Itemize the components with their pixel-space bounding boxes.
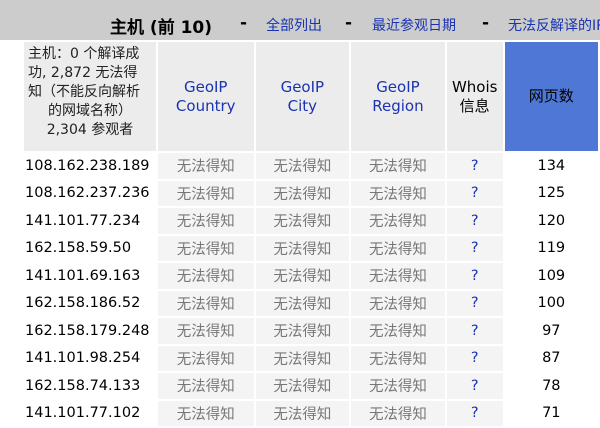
- whois-link[interactable]: ?: [444, 233, 505, 263]
- region-cell: 无法得知: [349, 288, 447, 318]
- pages-cell: 78: [502, 371, 600, 401]
- host-cell: 141.101.77.102: [22, 398, 158, 428]
- pages-cell: 87: [502, 343, 600, 373]
- country-cell: 无法得知: [155, 206, 256, 236]
- host-cell: 141.101.77.234: [22, 206, 158, 236]
- region-cell: 无法得知: [349, 233, 447, 263]
- host-cell: 141.101.69.163: [22, 261, 158, 291]
- unresolved-ip-link[interactable]: 无法反解译的IP: [508, 15, 600, 35]
- table-row: 162.158.186.52 无法得知 无法得知 无法得知? 100: [22, 288, 600, 318]
- table-row: 108.162.238.189 无法得知 无法得知 无法得知? 134: [22, 151, 600, 181]
- host-cell: 162.158.179.248: [22, 316, 158, 346]
- table-row: 141.101.69.163 无法得知 无法得知 无法得知? 109: [22, 261, 600, 291]
- geoip-region-header[interactable]: GeoIP Region: [349, 40, 447, 153]
- whois-header: Whois 信息: [444, 40, 505, 153]
- whois-link[interactable]: ?: [444, 371, 505, 401]
- table-row: 162.158.179.248 无法得知 无法得知 无法得知? 97: [22, 316, 600, 346]
- host-cell: 162.158.59.50: [22, 233, 158, 263]
- pages-cell: 134: [502, 151, 600, 181]
- whois-link[interactable]: ?: [444, 316, 505, 346]
- geoip-country-header[interactable]: GeoIP Country: [155, 40, 256, 153]
- separator: -: [240, 13, 248, 33]
- pages-cell: 71: [502, 398, 600, 428]
- region-cell: 无法得知: [349, 261, 447, 291]
- city-cell: 无法得知: [253, 398, 352, 428]
- pages-cell: 119: [502, 233, 600, 263]
- host-cell: 141.101.98.254: [22, 343, 158, 373]
- region-cell: 无法得知: [349, 206, 447, 236]
- whois-link[interactable]: ?: [444, 261, 505, 291]
- hosts-summary: 主机：0 个解译成 功, 2,872 无法得 知（不能反向解析 的网域名称） 2…: [22, 40, 158, 153]
- country-cell: 无法得知: [155, 371, 256, 401]
- pages-header: 网页数: [502, 40, 600, 153]
- host-cell: 108.162.238.189: [22, 151, 158, 181]
- pages-cell: 100: [502, 288, 600, 318]
- pages-cell: 97: [502, 316, 600, 346]
- table-row: 162.158.59.50 无法得知 无法得知 无法得知? 119: [22, 233, 600, 263]
- city-cell: 无法得知: [253, 178, 352, 208]
- table-row: 162.158.74.133 无法得知 无法得知 无法得知? 78: [22, 371, 600, 401]
- country-cell: 无法得知: [155, 343, 256, 373]
- last-visit-link[interactable]: 最近参观日期: [372, 15, 456, 35]
- country-cell: 无法得知: [155, 178, 256, 208]
- city-cell: 无法得知: [253, 233, 352, 263]
- country-cell: 无法得知: [155, 261, 256, 291]
- whois-link[interactable]: ?: [444, 343, 505, 373]
- whois-link[interactable]: ?: [444, 288, 505, 318]
- host-cell: 162.158.186.52: [22, 288, 158, 318]
- region-cell: 无法得知: [349, 178, 447, 208]
- table-row: 141.101.77.234 无法得知 无法得知 无法得知? 120: [22, 206, 600, 236]
- hosts-table-body: 108.162.238.189 无法得知 无法得知 无法得知? 134 108.162.2…: [22, 151, 600, 428]
- city-cell: 无法得知: [253, 288, 352, 318]
- whois-link[interactable]: ?: [444, 151, 505, 181]
- country-cell: 无法得知: [155, 316, 256, 346]
- hosts-table: 主机：0 个解译成 功, 2,872 无法得 知（不能反向解析 的网域名称） 2…: [22, 40, 600, 428]
- table-row: 141.101.98.254 无法得知 无法得知 无法得知? 87: [22, 343, 600, 373]
- host-cell: 108.162.237.236: [22, 178, 158, 208]
- region-cell: 无法得知: [349, 316, 447, 346]
- city-cell: 无法得知: [253, 371, 352, 401]
- table-row: 108.162.237.236 无法得知 无法得知 无法得知? 125: [22, 178, 600, 208]
- city-cell: 无法得知: [253, 343, 352, 373]
- host-cell: 162.158.74.133: [22, 371, 158, 401]
- pages-cell: 120: [502, 206, 600, 236]
- city-cell: 无法得知: [253, 206, 352, 236]
- whois-link[interactable]: ?: [444, 178, 505, 208]
- separator: -: [482, 13, 490, 33]
- whois-link[interactable]: ?: [444, 206, 505, 236]
- table-row: 141.101.77.102 无法得知 无法得知 无法得知? 71: [22, 398, 600, 428]
- city-cell: 无法得知: [253, 151, 352, 181]
- city-cell: 无法得知: [253, 261, 352, 291]
- region-cell: 无法得知: [349, 343, 447, 373]
- pages-cell: 125: [502, 178, 600, 208]
- country-cell: 无法得知: [155, 151, 256, 181]
- table-header-row: 主机：0 个解译成 功, 2,872 无法得 知（不能反向解析 的网域名称） 2…: [22, 40, 600, 153]
- section-header-bar: 主机 (前 10) - 全部列出 - 最近参观日期 - 无法反解译的IP: [0, 0, 600, 40]
- region-cell: 无法得知: [349, 151, 447, 181]
- city-cell: 无法得知: [253, 316, 352, 346]
- section-title: 主机 (前 10): [110, 18, 213, 38]
- geoip-city-header[interactable]: GeoIP City: [253, 40, 352, 153]
- country-cell: 无法得知: [155, 233, 256, 263]
- separator: -: [345, 13, 353, 33]
- list-all-link[interactable]: 全部列出: [266, 15, 322, 35]
- whois-link[interactable]: ?: [444, 398, 505, 428]
- pages-cell: 109: [502, 261, 600, 291]
- region-cell: 无法得知: [349, 398, 447, 428]
- country-cell: 无法得知: [155, 398, 256, 428]
- region-cell: 无法得知: [349, 371, 447, 401]
- country-cell: 无法得知: [155, 288, 256, 318]
